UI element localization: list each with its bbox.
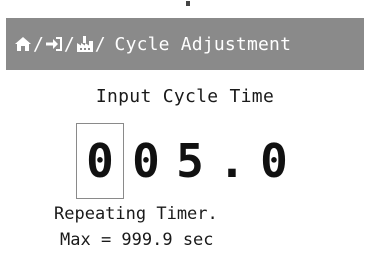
breadcrumb-separator: / xyxy=(63,33,75,55)
breadcrumb-separator: / xyxy=(94,33,106,55)
page-title: Cycle Adjustment xyxy=(114,33,292,55)
cycle-time-input[interactable]: 0 0 5 . 0 xyxy=(76,122,296,200)
header-bar: / / / Cycle Adjustment xyxy=(6,18,364,70)
breadcrumb: / / / xyxy=(6,34,107,55)
decimal-point: . xyxy=(218,134,246,188)
screen-frame: / / / Cycle Adjustment Input Cycle Time … xyxy=(2,0,364,273)
digit-1[interactable]: 0 xyxy=(76,123,124,199)
home-icon[interactable] xyxy=(14,35,32,53)
factory-icon[interactable] xyxy=(76,35,94,53)
breadcrumb-separator: / xyxy=(33,33,44,55)
max-value-note: Max = 999.9 sec xyxy=(60,230,214,250)
login-icon[interactable] xyxy=(45,35,63,53)
digit-2[interactable]: 0 xyxy=(124,123,168,199)
timer-type-note: Repeating Timer. xyxy=(54,204,218,224)
digit-3[interactable]: 5 xyxy=(168,123,212,199)
top-marker xyxy=(186,1,190,6)
digit-4[interactable]: 0 xyxy=(252,123,296,199)
input-prompt: Input Cycle Time xyxy=(95,86,275,107)
